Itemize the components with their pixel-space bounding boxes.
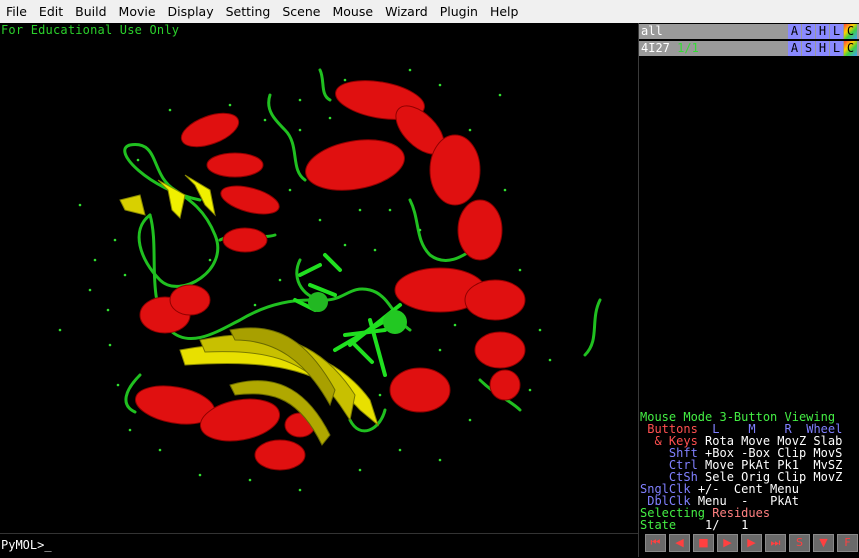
show-button[interactable]: S [802,24,815,39]
end-icon[interactable]: ⏭ [765,534,786,552]
object-row-4i27[interactable]: 4I27 1/1 A S H L C [639,41,859,56]
menu-help[interactable]: Help [484,0,525,23]
play-icon[interactable]: ▶ [717,534,738,552]
step-forward-icon[interactable]: ▶ [741,534,762,552]
state-label: State [640,518,677,532]
scene-button[interactable]: S [789,534,810,552]
color-button[interactable]: C [844,41,857,56]
menu-file[interactable]: File [0,0,33,23]
menu-plugin[interactable]: Plugin [434,0,484,23]
fullscreen-button[interactable]: F [837,534,858,552]
molecule-viewer[interactable]: For Educational Use Only [0,23,638,533]
menu-display[interactable]: Display [162,0,220,23]
label-button[interactable]: L [830,24,843,39]
rewind-icon[interactable]: ⏮ [645,534,666,552]
object-row-all[interactable]: all A S H L C [639,24,859,39]
menu-scene[interactable]: Scene [276,0,326,23]
menu-bar: File Edit Build Movie Display Setting Sc… [0,0,859,24]
label-button[interactable]: L [830,41,843,56]
menu-mouse[interactable]: Mouse [327,0,380,23]
show-button[interactable]: S [802,41,815,56]
step-back-icon[interactable]: ◀ [669,534,690,552]
menu-down-icon[interactable]: ▼ [813,534,834,552]
menu-edit[interactable]: Edit [33,0,69,23]
action-button[interactable]: A [788,24,801,39]
hide-button[interactable]: H [816,41,829,56]
mouse-mode-panel[interactable]: Mouse Mode 3-Button Viewing Buttons L M … [639,408,859,532]
ion-sphere [308,292,328,312]
object-name[interactable]: all [641,24,663,39]
menu-build[interactable]: Build [69,0,112,23]
hide-button[interactable]: H [816,24,829,39]
stop-icon[interactable]: ■ [693,534,714,552]
watermark-text: For Educational Use Only [1,23,180,37]
command-prompt[interactable]: PyMOL>_ [1,536,52,554]
object-state: 1/1 [677,41,699,55]
menu-wizard[interactable]: Wizard [379,0,434,23]
movie-controls: ⏮ ◀ ■ ▶ ▶ ⏭ S ▼ F [639,532,859,557]
protein-cartoon [58,68,602,492]
action-button[interactable]: A [788,41,801,56]
ion-sphere [383,310,407,334]
object-panel: all A S H L C 4I27 1/1 A S H L C [639,23,859,408]
menu-setting[interactable]: Setting [220,0,277,23]
command-line[interactable]: PyMOL>_ [0,533,638,558]
menu-movie[interactable]: Movie [113,0,162,23]
color-button[interactable]: C [844,24,857,39]
state-value: 1/ 1 [705,518,749,532]
object-name[interactable]: 4I27 [641,41,670,55]
helix-group [134,80,526,471]
